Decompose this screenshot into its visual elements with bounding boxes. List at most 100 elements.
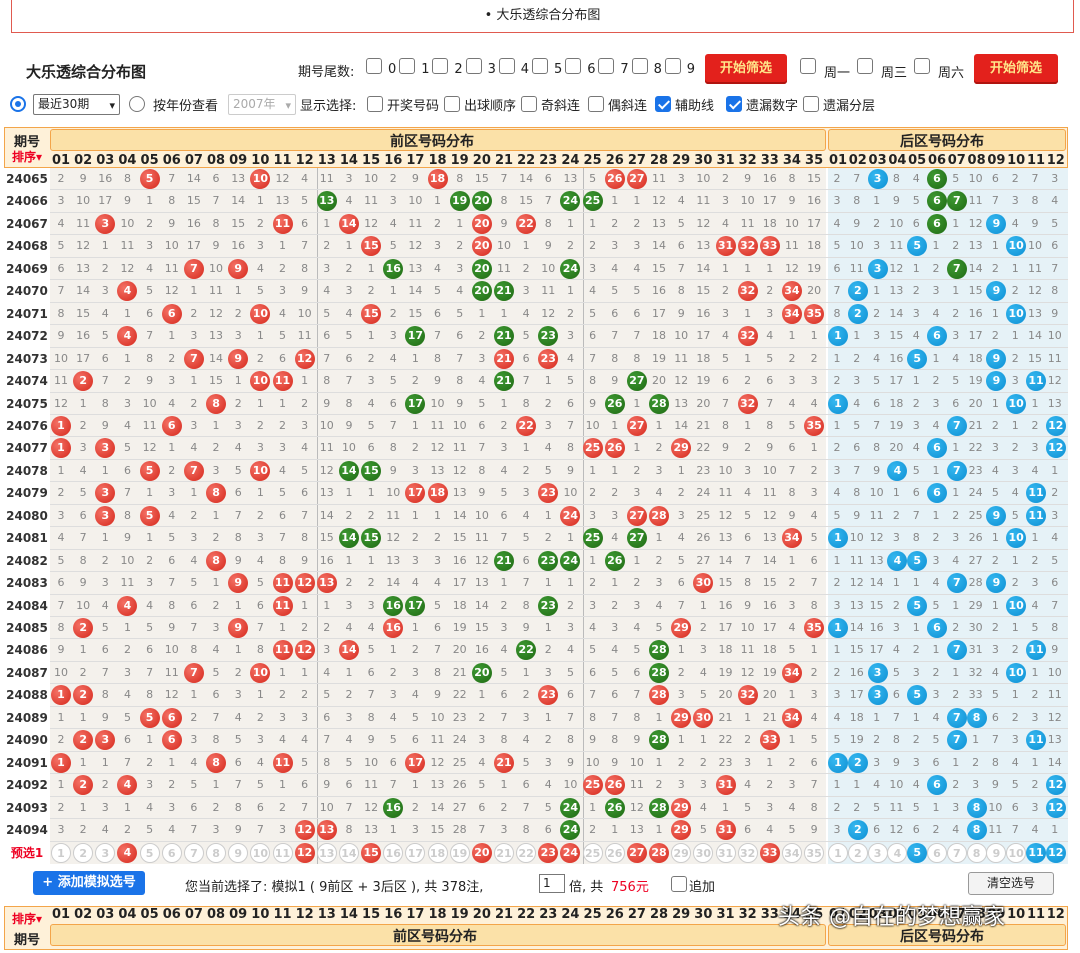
period-select[interactable]: 最近30期 ▾ — [33, 94, 120, 115]
weekday-checkbox[interactable] — [914, 58, 930, 74]
year-radio[interactable] — [129, 96, 145, 112]
weekday-checkbox[interactable] — [800, 58, 816, 74]
preselect-back-ball[interactable]: 5 — [907, 842, 928, 863]
tail-checkbox-4[interactable] — [498, 58, 515, 74]
preselect-front-ball[interactable]: 16 — [383, 842, 404, 863]
tail-checkbox-1[interactable] — [399, 58, 416, 74]
miss-count: 1 — [699, 733, 707, 747]
preselect-front-ball[interactable]: 20 — [471, 842, 492, 863]
year-select[interactable]: 2007年 ▾ — [228, 94, 296, 115]
preselect-front-ball[interactable]: 9 — [228, 842, 249, 863]
miss-count: 1 — [411, 418, 419, 432]
preselect-front-ball[interactable]: 27 — [626, 842, 647, 863]
tail-checkbox-2[interactable] — [432, 58, 449, 74]
miss-count: 9 — [892, 755, 900, 769]
tail-checkbox-7[interactable] — [598, 58, 615, 74]
preselect-front-ball[interactable]: 3 — [95, 842, 116, 863]
preselect-back-ball[interactable]: 12 — [1045, 842, 1066, 863]
preselect-front-ball[interactable]: 34 — [781, 842, 802, 863]
miss-count: 1 — [589, 553, 597, 567]
miss-count: 6 — [123, 463, 131, 477]
preselect-front-ball[interactable]: 4 — [117, 842, 138, 863]
sort-button[interactable]: 排序▾ — [4, 148, 50, 165]
miss-count: 2 — [123, 374, 131, 388]
option-checkbox[interactable] — [803, 96, 819, 112]
preselect-front-ball[interactable]: 35 — [804, 842, 825, 863]
preselect-back-ball[interactable]: 7 — [946, 842, 967, 863]
sort-button-bottom[interactable]: 排序▾ — [4, 910, 50, 927]
option-checkbox[interactable] — [588, 96, 604, 112]
preselect-front-ball[interactable]: 7 — [183, 842, 204, 863]
preselect-front-ball[interactable]: 33 — [759, 842, 780, 863]
option-checkbox[interactable] — [726, 96, 742, 112]
option-label: 开奖号码 — [387, 99, 440, 114]
clear-button[interactable]: 清空选号 — [968, 872, 1054, 895]
preselect-front-ball[interactable]: 25 — [582, 842, 603, 863]
preselect-front-ball[interactable]: 17 — [405, 842, 426, 863]
preselect-front-ball[interactable]: 30 — [693, 842, 714, 863]
weekday-checkbox[interactable] — [857, 58, 873, 74]
preselect-front-ball[interactable]: 26 — [604, 842, 625, 863]
miss-count: 1 — [345, 239, 353, 253]
preselect-front-ball[interactable]: 21 — [494, 842, 514, 863]
preselect-front-ball[interactable]: 1 — [51, 842, 71, 863]
tail-checkbox-5[interactable] — [532, 58, 548, 74]
back-number-header: 10 — [1007, 907, 1026, 922]
option-checkbox[interactable] — [655, 96, 671, 112]
option-checkbox[interactable] — [444, 96, 460, 112]
preselect-back-ball[interactable]: 6 — [927, 842, 947, 863]
preselect-front-ball[interactable]: 15 — [361, 842, 382, 863]
tail-checkbox-6[interactable] — [565, 58, 582, 74]
miss-count: 4 — [168, 508, 176, 522]
preselect-front-ball[interactable]: 29 — [671, 842, 692, 863]
append-checkbox[interactable] — [671, 876, 687, 892]
recent-radio[interactable] — [10, 96, 26, 112]
multiple-input[interactable]: 1 — [539, 874, 565, 893]
tail-checkbox-9[interactable] — [664, 58, 681, 74]
tail-checkbox-0[interactable] — [366, 58, 382, 74]
preselect-back-ball[interactable]: 1 — [828, 842, 848, 863]
option-checkbox[interactable] — [367, 96, 383, 112]
preselect-back-ball[interactable]: 11 — [1026, 842, 1046, 863]
add-simulation-button[interactable]: + 添加模拟选号 — [33, 871, 145, 895]
preselect-back-ball[interactable]: 4 — [887, 842, 908, 863]
preselect-front-ball[interactable]: 11 — [272, 842, 293, 863]
tail-checkbox-8[interactable] — [631, 58, 648, 74]
preselect-front-ball[interactable]: 14 — [338, 842, 359, 863]
preselect-front-ball[interactable]: 13 — [316, 842, 337, 863]
filter-button-weekday[interactable]: 开始筛选 — [974, 54, 1058, 84]
miss-count: 11 — [674, 351, 689, 365]
miss-count: 10 — [585, 755, 600, 769]
preselect-back-ball[interactable]: 2 — [847, 842, 868, 863]
preselect-front-ball[interactable]: 8 — [206, 842, 227, 863]
tail-checkbox-3[interactable] — [465, 58, 482, 74]
miss-count: 9 — [57, 329, 65, 343]
preselect-front-ball[interactable]: 31 — [715, 842, 736, 863]
miss-count: 5 — [146, 284, 154, 298]
preselect-front-ball[interactable]: 18 — [427, 842, 448, 863]
preselect-front-ball[interactable]: 22 — [516, 842, 537, 863]
preselect-front-ball[interactable]: 23 — [538, 842, 559, 863]
preselect-front-ball[interactable]: 10 — [250, 842, 271, 863]
preselect-back-ball[interactable]: 9 — [986, 842, 1007, 863]
miss-count: 6 — [589, 665, 597, 679]
preselect-front-ball[interactable]: 32 — [737, 842, 758, 863]
preselect-front-ball[interactable]: 2 — [73, 842, 94, 863]
miss-count: 18 — [807, 239, 822, 253]
preselect-label: 预选1 — [10, 845, 44, 860]
preselect-front-ball[interactable]: 12 — [294, 842, 315, 863]
preselect-front-ball[interactable]: 5 — [139, 842, 160, 863]
preselect-front-ball[interactable]: 19 — [449, 842, 470, 863]
option-checkbox[interactable] — [521, 96, 537, 112]
miss-count: 8 — [766, 418, 774, 432]
filter-button[interactable]: 开始筛选 — [705, 54, 787, 84]
preselect-front-ball[interactable]: 28 — [649, 842, 670, 863]
miss-count: 5 — [190, 778, 198, 792]
miss-count: 6 — [544, 172, 552, 185]
preselect-back-ball[interactable]: 8 — [966, 842, 987, 863]
preselect-front-ball[interactable]: 24 — [560, 842, 581, 863]
preselect-back-ball[interactable]: 10 — [1006, 842, 1027, 863]
miss-count: 7 — [873, 418, 881, 432]
preselect-back-ball[interactable]: 3 — [867, 842, 888, 863]
preselect-front-ball[interactable]: 6 — [161, 842, 182, 863]
